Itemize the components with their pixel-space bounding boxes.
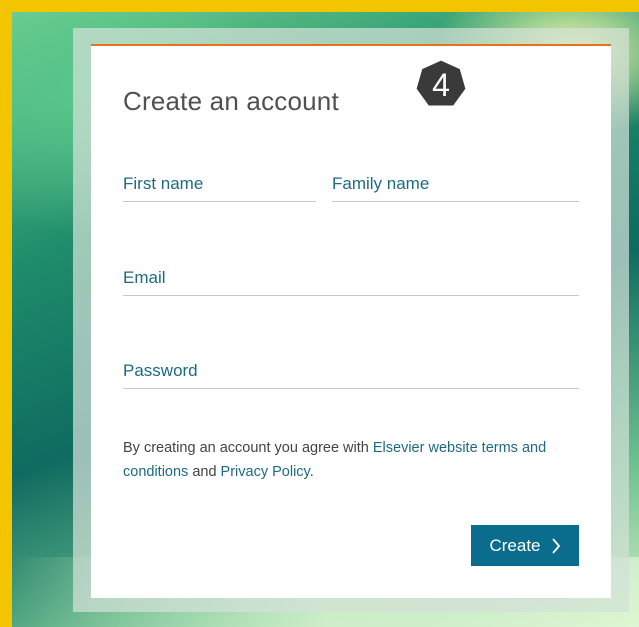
terms-prefix: By creating an account you agree with bbox=[123, 440, 373, 456]
password-label: Password bbox=[123, 361, 198, 380]
first-name-field[interactable]: First name bbox=[123, 168, 316, 202]
email-label: Email bbox=[123, 268, 166, 287]
chevron-right-icon bbox=[551, 537, 561, 554]
family-name-label: Family name bbox=[332, 174, 430, 193]
create-button-label: Create bbox=[489, 535, 541, 555]
privacy-link[interactable]: Privacy Policy bbox=[221, 464, 310, 480]
family-name-field[interactable]: Family name bbox=[332, 168, 579, 202]
create-button[interactable]: Create bbox=[471, 525, 579, 566]
step-badge-number: 4 bbox=[432, 67, 450, 103]
terms-middle: and bbox=[188, 464, 221, 480]
step-badge: 4 bbox=[413, 57, 469, 113]
create-account-card: Create an account First name Family name… bbox=[91, 44, 611, 598]
email-field[interactable]: Email bbox=[123, 262, 579, 296]
password-field[interactable]: Password bbox=[123, 355, 579, 389]
first-name-label: First name bbox=[123, 174, 204, 193]
page-title: Create an account bbox=[123, 86, 339, 116]
terms-suffix: . bbox=[309, 464, 314, 480]
terms-text: By creating an account you agree with El… bbox=[123, 436, 593, 484]
